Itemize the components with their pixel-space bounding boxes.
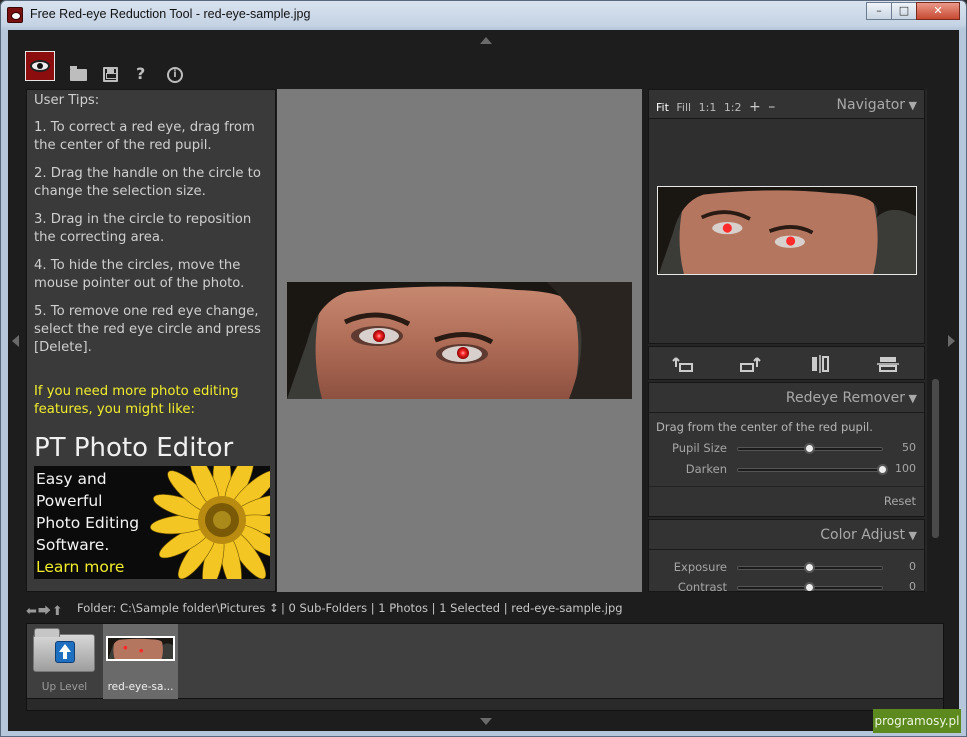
main-photo[interactable] — [287, 282, 632, 399]
collapse-bottom-arrow-icon[interactable] — [480, 718, 492, 725]
redeye-remover-title[interactable]: Redeye Remover — [786, 390, 917, 406]
navigator-thumbnail[interactable] — [657, 186, 917, 275]
navigator-header[interactable]: Fit Fill 1:1 1:2 + – Navigator — [648, 89, 925, 119]
pupil-size-value: 50 — [902, 441, 916, 454]
folder-path-selector[interactable]: C:\Sample folder\Pictures ↕ — [120, 601, 279, 615]
reset-button[interactable]: Reset — [884, 494, 916, 508]
sunflower-image — [150, 466, 270, 579]
learn-more-link[interactable]: Learn more — [36, 556, 139, 578]
right-panel: Fit Fill 1:1 1:2 + – Navigator ▼ Redeye … — [648, 89, 927, 592]
slider-track[interactable] — [737, 468, 883, 472]
ad-line: Software. — [36, 536, 110, 554]
photo-thumbnail-item[interactable]: red-eye-sa... — [103, 624, 178, 699]
color-adjust-header[interactable]: Color Adjust — [649, 520, 924, 550]
exposure-value: 0 — [909, 560, 916, 573]
open-folder-icon[interactable] — [70, 66, 87, 81]
app-logo-icon[interactable] — [25, 51, 55, 81]
tip-item: 4. To hide the circles, move the mouse p… — [34, 258, 245, 291]
up-level-label: Up Level — [41, 681, 88, 693]
zoom-fit-button[interactable]: Fit — [656, 101, 669, 114]
tip-item: 2. Drag the handle on the circle to chan… — [34, 166, 261, 199]
red-eye-circle[interactable] — [457, 347, 469, 359]
rotate-left-icon[interactable] — [672, 355, 694, 373]
tip-item: 5. To remove one red eye change, select … — [34, 304, 261, 355]
filmstrip: Up Level red-eye-sa... — [26, 623, 944, 699]
ad-line: Powerful — [36, 492, 103, 510]
color-adjust-title[interactable]: Color Adjust — [820, 527, 917, 543]
navigator-title[interactable]: Navigator — [837, 97, 917, 113]
folder-status: | 0 Sub-Folders | 1 Photos | 1 Selected … — [281, 601, 623, 615]
darken-slider[interactable]: Darken 100 — [649, 460, 926, 478]
rotate-flip-toolbar — [648, 346, 925, 380]
folder-icon — [33, 628, 95, 672]
info-icon[interactable]: i — [167, 67, 183, 83]
pupil-size-slider[interactable]: Pupil Size 50 — [649, 439, 926, 457]
ad-line: Easy and — [36, 470, 107, 488]
folder-label: Folder: — [77, 601, 117, 615]
back-forward-up-icon[interactable]: ⬅⮕⬆ — [26, 600, 64, 619]
collapse-top-arrow-icon[interactable] — [480, 37, 492, 44]
save-icon[interactable] — [103, 67, 118, 82]
darken-value: 100 — [895, 462, 916, 475]
zoom-fill-button[interactable]: Fill — [676, 101, 691, 114]
darken-label: Darken — [685, 462, 727, 476]
flip-horizontal-icon[interactable] — [809, 355, 831, 373]
exposure-slider[interactable]: Exposure 0 — [649, 558, 924, 576]
slider-knob[interactable] — [804, 562, 815, 573]
up-level-item[interactable]: Up Level — [27, 624, 102, 699]
zoom-1-1-button[interactable]: 1:1 — [699, 101, 717, 114]
redeye-remover-section: Redeye Remover Drag from the center of t… — [648, 382, 925, 517]
contrast-label: Contrast — [677, 580, 727, 592]
rotate-right-icon[interactable] — [739, 355, 761, 373]
pupil-size-label: Pupil Size — [672, 441, 727, 455]
collapse-right-arrow-icon[interactable] — [948, 335, 955, 347]
contrast-value: 0 — [909, 580, 916, 592]
filmstrip-scrollbar[interactable] — [26, 699, 944, 711]
ad-line: Photo Editing — [36, 514, 140, 532]
redeye-remover-header[interactable]: Redeye Remover — [649, 383, 924, 413]
navigator-body — [648, 119, 925, 344]
tips-heading: User Tips: — [34, 93, 100, 108]
photo-thumbnail-label: red-eye-sa... — [107, 681, 174, 693]
watermark-badge: programosy.pl — [873, 709, 961, 733]
slider-knob[interactable] — [804, 582, 815, 591]
app-window: Free Red-eye Reduction Tool - red-eye-sa… — [0, 0, 967, 737]
zoom-in-button[interactable]: + — [749, 99, 761, 115]
ad-title[interactable]: PT Photo Editor — [34, 433, 268, 463]
help-icon[interactable]: ? — [136, 66, 145, 82]
up-arrow-icon — [55, 641, 75, 663]
redeye-hint: Drag from the center of the red pupil. — [656, 420, 873, 434]
client-area: ? i User Tips: 1. To correct a red eye, … — [8, 30, 959, 731]
ad-banner[interactable]: Easy and Powerful Photo Editing Software… — [34, 466, 270, 579]
right-panel-scrollbar[interactable] — [932, 379, 939, 538]
promo-text: If you need more photo editing features,… — [34, 384, 239, 417]
slider-knob[interactable] — [877, 464, 888, 475]
maximize-button[interactable]: □ — [891, 2, 917, 20]
zoom-1-2-button[interactable]: 1:2 — [724, 101, 742, 114]
minimize-button[interactable]: – — [866, 2, 892, 20]
tip-item: 3. Drag in the circle to reposition the … — [34, 212, 252, 245]
user-tips-panel: User Tips: 1. To correct a red eye, drag… — [26, 89, 276, 592]
slider-knob[interactable] — [804, 443, 815, 454]
flip-vertical-icon[interactable] — [877, 355, 899, 373]
photo-thumbnail — [106, 636, 175, 661]
collapse-left-arrow-icon[interactable] — [12, 335, 19, 347]
red-eye-circle[interactable] — [373, 330, 385, 342]
contrast-slider[interactable]: Contrast 0 — [649, 578, 924, 592]
zoom-out-button[interactable]: – — [768, 99, 775, 115]
app-title-icon — [7, 7, 23, 23]
window-title: Free Red-eye Reduction Tool - red-eye-sa… — [30, 7, 311, 21]
folder-bar: ⬅⮕⬆ Folder: C:\Sample folder\Pictures ↕ … — [26, 600, 944, 619]
exposure-label: Exposure — [673, 560, 727, 574]
color-adjust-section: Color Adjust Exposure 0 Contrast 0 — [648, 519, 925, 592]
title-bar[interactable]: Free Red-eye Reduction Tool - red-eye-sa… — [1, 1, 966, 29]
tip-item: 1. To correct a red eye, drag from the c… — [34, 120, 255, 153]
photo-preview-area[interactable] — [277, 89, 642, 592]
close-button[interactable]: ✕ — [916, 2, 960, 20]
